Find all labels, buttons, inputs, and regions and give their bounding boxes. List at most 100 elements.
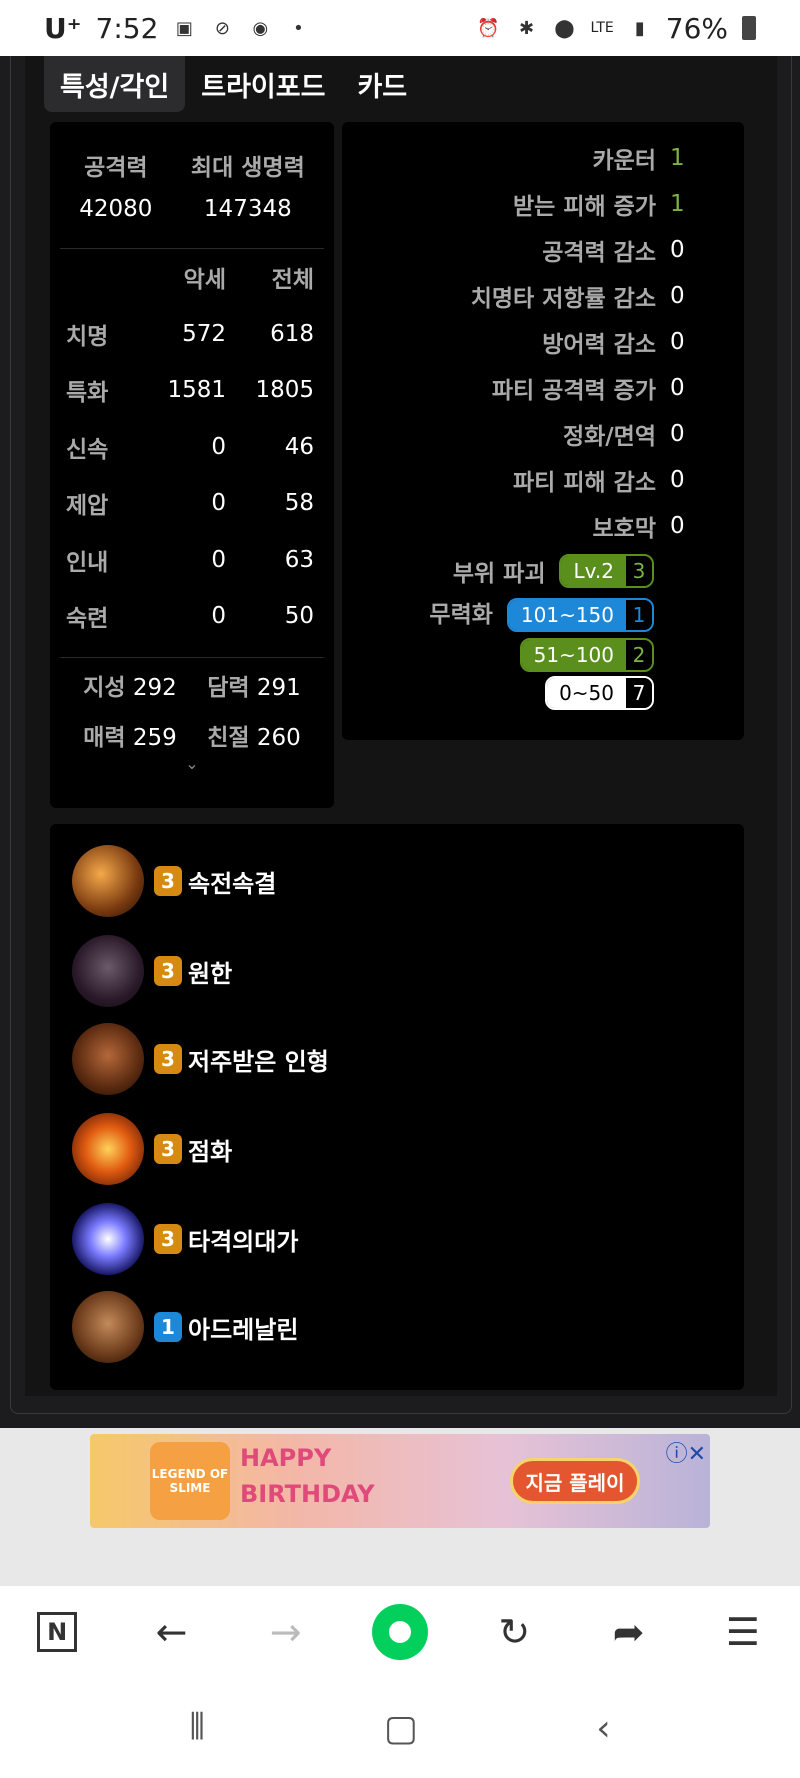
expand-chevron-icon[interactable]: ⌄ — [50, 754, 334, 773]
stagger-count: 2 — [626, 640, 652, 670]
buff-label: 받는 피해 증가 — [513, 194, 656, 220]
back-button[interactable]: ← — [141, 1602, 201, 1662]
buff-label: 방어력 감소 — [542, 332, 656, 358]
attribute-value: 259 — [132, 724, 177, 751]
engraving-name: 점화 — [188, 1137, 233, 1166]
ad-help-close-icon[interactable]: ⓘ✕ — [666, 1436, 706, 1468]
engraving-swift-icon — [72, 845, 144, 917]
clock: 7:52 — [95, 11, 159, 45]
carrier-label: U⁺ — [44, 11, 82, 45]
stat-total: 58 — [284, 490, 314, 517]
part-break-label: 부위 파괴 — [452, 561, 546, 587]
engraving-item[interactable]: 3 저주받은 인형 — [72, 1022, 329, 1096]
stat-accessory: 0 — [211, 433, 226, 460]
naver-n-icon: N — [37, 1612, 78, 1652]
buff-value: 0 — [670, 283, 685, 309]
stat-row: 특화 1581 1805 — [66, 362, 318, 419]
stagger-row: 51~100 2 — [519, 638, 654, 672]
refresh-button[interactable]: ↻ — [484, 1602, 544, 1662]
buff-value: 1 — [670, 191, 685, 217]
buff-label: 카운터 — [592, 148, 656, 174]
tab-card[interactable]: 카드 — [341, 56, 423, 112]
buff-box: 카운터 1 받는 피해 증가 1 공격력 감소 0 치명타 저항률 감소 0 방어력 감… — [342, 122, 744, 740]
system-back-icon[interactable]: ‹ — [596, 1708, 610, 1749]
attack-label: 공격력 — [84, 155, 148, 181]
attribute-value: 260 — [256, 724, 301, 751]
forward-arrow-icon: → — [269, 1610, 302, 1654]
stat-accessory: 0 — [211, 490, 226, 517]
buff-row: 방어력 감소 0 — [542, 322, 684, 362]
signal-icon: ▮ — [634, 17, 645, 39]
buff-row: 파티 피해 감소 0 — [513, 460, 685, 500]
system-nav-bar: ⦀ ▢ ‹ — [0, 1678, 800, 1778]
share-button[interactable]: ➦ — [599, 1602, 659, 1662]
engraving-name: 속전속결 — [188, 869, 277, 898]
buff-value: 0 — [670, 375, 685, 401]
stat-name: 숙련 — [66, 606, 109, 633]
naver-home-button[interactable]: N — [27, 1602, 87, 1662]
engraving-level-badge: 3 — [154, 1134, 182, 1164]
ad-play-button[interactable]: 지금 플레이 — [510, 1458, 640, 1504]
buff-row: 공격력 감소 0 — [542, 230, 684, 270]
buff-row: 보호막 0 — [592, 506, 685, 546]
stagger-range: 101~150 — [508, 600, 626, 630]
attribute-value: 292 — [132, 674, 177, 701]
battery-icon — [742, 16, 756, 40]
menu-icon: ☰ — [725, 1610, 760, 1654]
battery-percent: 76% — [665, 11, 728, 45]
engraving-item[interactable]: 3 타격의대가 — [72, 1202, 298, 1276]
stat-total: 50 — [284, 603, 314, 630]
stats-box: 공격력 42080 최대 생명력 147348 악세 전체 치명 572 618… — [50, 122, 334, 808]
attribute-item: 친절 260 — [192, 718, 316, 752]
stat-name: 인내 — [66, 549, 109, 576]
tab-engraving[interactable]: 특성/각인 — [44, 56, 186, 112]
engraving-level-badge: 3 — [154, 1224, 182, 1254]
home-icon[interactable]: ▢ — [384, 1708, 418, 1749]
engraving-item[interactable]: 3 점화 — [72, 1112, 232, 1186]
stagger-badge: 101~150 1 — [506, 598, 654, 632]
ad-headline-2: BIRTHDAY — [240, 1480, 375, 1508]
part-break-badge: Lv.2 3 — [559, 554, 654, 588]
buff-label: 파티 공격력 증가 — [491, 378, 656, 404]
stat-header-accessory: 악세 — [183, 267, 226, 294]
buff-value: 0 — [670, 421, 685, 447]
forward-button[interactable]: → — [256, 1602, 316, 1662]
buff-label: 치명타 저항률 감소 — [470, 286, 656, 312]
tab-bar: 특성/각인 트라이포드 카드 — [44, 56, 423, 112]
browser-nav-bar: N ← → ↻ ➦ ☰ — [0, 1586, 800, 1678]
engraving-item[interactable]: 3 원한 — [72, 934, 232, 1008]
attribute-item: 지성 292 — [68, 668, 192, 702]
buff-value: 0 — [670, 513, 685, 539]
share-icon: ➦ — [612, 1610, 645, 1654]
engraving-adrenaline-icon — [72, 1291, 144, 1363]
green-dot-button[interactable] — [370, 1602, 430, 1662]
tab-tripod[interactable]: 트라이포드 — [185, 56, 341, 112]
recent-apps-icon[interactable]: ⦀ — [189, 1707, 205, 1749]
status-bar: U⁺ 7:52 ▣ ⊘ ◉ • ⏰ ✱ ⬤ LTE ▮ 76% — [0, 0, 800, 56]
engraving-item[interactable]: 3 속전속결 — [72, 844, 276, 918]
buff-row: 정화/면역 0 — [563, 414, 685, 454]
hp-value: 147348 — [203, 196, 292, 222]
engraving-grudge-icon — [72, 935, 144, 1007]
buff-label: 공격력 감소 — [542, 240, 656, 266]
menu-button[interactable]: ☰ — [713, 1602, 773, 1662]
engraving-item[interactable]: 1 아드레날린 — [72, 1290, 298, 1364]
stat-accessory: 572 — [182, 320, 226, 347]
stat-total: 1805 — [255, 377, 314, 404]
engraving-name: 원한 — [188, 959, 233, 988]
ad-game-logo: LEGEND OF SLIME — [150, 1442, 230, 1520]
stagger-badge: 0~50 7 — [545, 676, 654, 710]
stagger-range: 51~100 — [521, 640, 626, 670]
engraving-level-badge: 1 — [154, 1312, 182, 1342]
talk-icon: ◉ — [252, 17, 269, 39]
ad-banner[interactable]: LEGEND OF SLIME HAPPY BIRTHDAY 지금 플레이 ⓘ✕ — [90, 1434, 710, 1528]
buff-row: 파티 공격력 증가 0 — [491, 368, 685, 408]
network-label: LTE — [590, 20, 614, 36]
buff-row: 카운터 1 — [592, 138, 685, 178]
buff-value: 0 — [670, 467, 685, 493]
buff-label: 보호막 — [592, 516, 656, 542]
buff-value: 1 — [670, 145, 685, 171]
stat-total: 618 — [270, 320, 314, 347]
stagger-label: 무력화 — [429, 602, 493, 628]
part-break-row: 부위 파괴 Lv.2 3 — [453, 554, 654, 588]
